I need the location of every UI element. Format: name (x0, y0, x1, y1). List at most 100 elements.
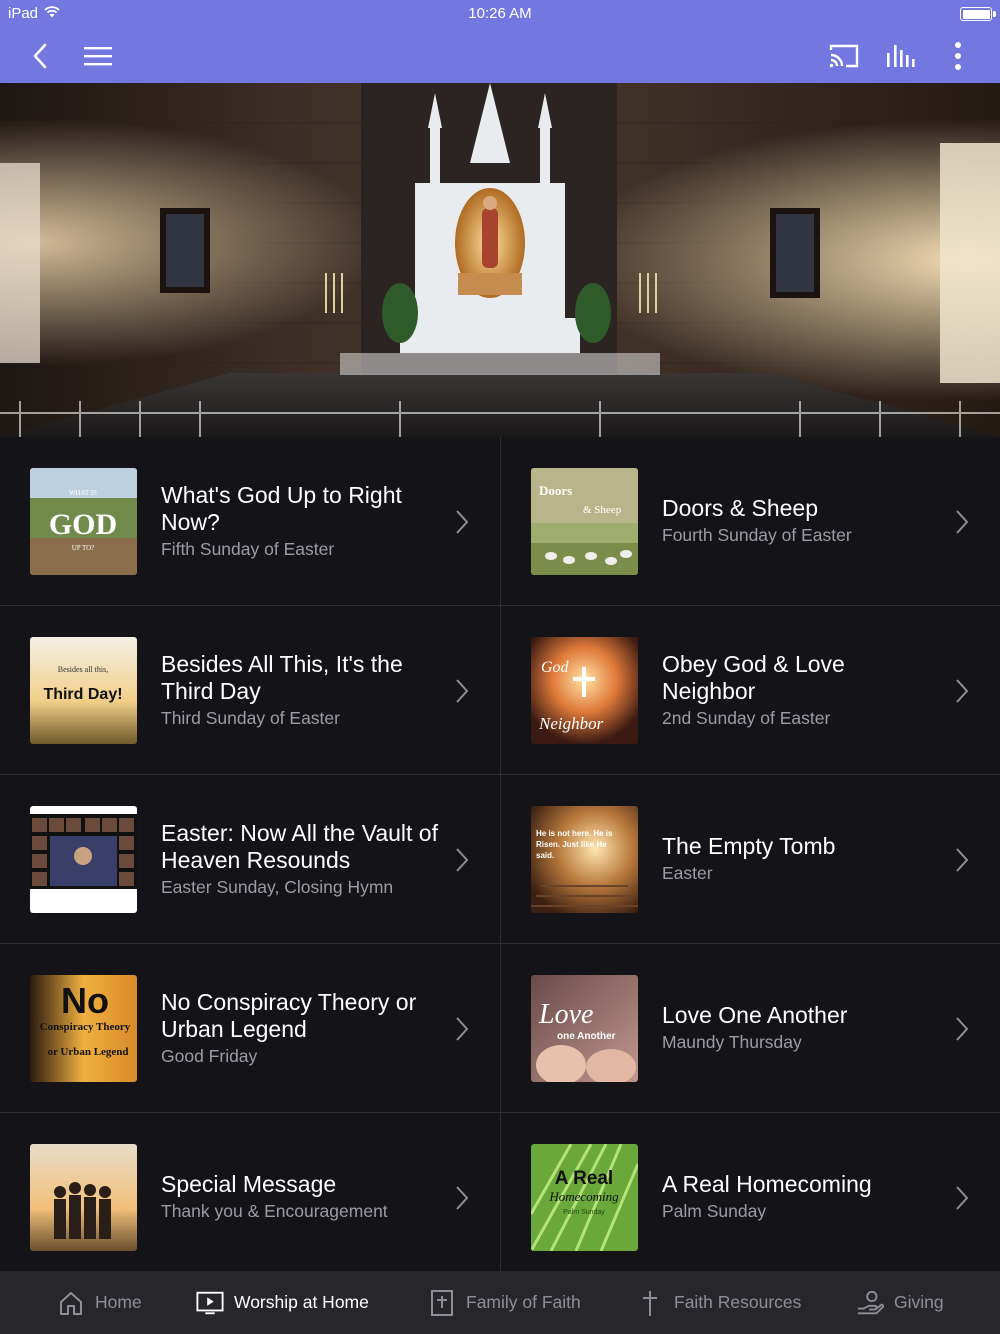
tab-worship-at-home[interactable]: Worship at Home (196, 1271, 369, 1334)
thumb-small-top: God (541, 659, 570, 676)
tab-family-of-faith[interactable]: Family of Faith (428, 1271, 581, 1334)
hamburger-icon (84, 47, 112, 66)
status-bar: iPad 10:26 AM (0, 0, 1000, 28)
thumbnail-love-one-another: Love one Another (531, 975, 638, 1082)
sermon-list: WHAT IS GOD UP TO? What's God Up to Righ… (0, 437, 1000, 1271)
thumb-small-top: Homecoming (548, 1189, 619, 1204)
thumb-small-top: & Sheep (583, 504, 622, 516)
thumb-small-bottom: or Urban Legend (47, 1046, 128, 1058)
chevron-right-icon (956, 510, 969, 534)
audio-bars-icon (887, 45, 915, 67)
item-text: Love One Another Maundy Thursday (662, 944, 940, 1113)
back-button[interactable] (20, 36, 60, 76)
chevron-right-icon (456, 1186, 469, 1210)
chevron-right-icon (456, 510, 469, 534)
item-title: The Empty Tomb (662, 833, 836, 859)
item-subtitle: 2nd Sunday of Easter (662, 707, 831, 728)
thumb-text: Third Day! (43, 686, 122, 703)
item-subtitle: Fourth Sunday of Easter (662, 525, 852, 545)
audio-button[interactable] (881, 36, 921, 76)
item-subtitle: Fifth Sunday of Easter (161, 538, 335, 559)
thumbnail-obey-god: God Neighbor (531, 637, 638, 744)
thumbnail-god-up-to: WHAT IS GOD UP TO? (30, 468, 137, 575)
tab-label: Family of Faith (466, 1292, 581, 1312)
thumbnail-doors-sheep: Doors & Sheep (531, 468, 638, 575)
tab-label: Worship at Home (234, 1292, 369, 1312)
tab-giving[interactable]: Giving (856, 1271, 944, 1334)
tab-label: Giving (894, 1292, 944, 1312)
thumb-small-top: Conspiracy Theory (40, 1021, 131, 1033)
thumb-text: Love (538, 999, 593, 1030)
thumb-text: GOD (49, 508, 117, 541)
battery-icon (960, 7, 996, 21)
menu-button[interactable] (78, 36, 118, 76)
kebab-icon (955, 42, 961, 70)
hero-image-church-altar (0, 83, 1000, 437)
chevron-right-icon (956, 848, 969, 872)
tab-home[interactable]: Home (57, 1271, 142, 1334)
chevron-right-icon (456, 679, 469, 703)
top-toolbar (0, 28, 1000, 83)
item-title: Besides All This, It's the Third Day (161, 650, 403, 704)
tab-label: Home (95, 1292, 142, 1312)
bottom-tab-bar: Home Worship at Home Family of Faith Fai… (0, 1271, 1000, 1334)
thumb-text: Doors (539, 483, 572, 498)
list-item[interactable]: God Neighbor Obey God & Love Neighbor 2n… (500, 606, 1000, 775)
tab-faith-resources[interactable]: Faith Resources (636, 1271, 801, 1334)
item-text: Easter: Now All the Vault of Heaven Reso… (161, 775, 440, 944)
thumbnail-empty-tomb: He is not here. He is Risen. Just like H… (531, 806, 638, 913)
item-text: No Conspiracy Theory or Urban Legend Goo… (161, 944, 440, 1113)
list-item[interactable]: Special Message Thank you & Encouragemen… (0, 1113, 500, 1271)
cast-icon (829, 44, 859, 68)
item-subtitle: Good Friday (161, 1045, 258, 1066)
bible-icon (428, 1289, 456, 1317)
back-chevron-icon (33, 43, 47, 69)
item-title: No Conspiracy Theory or Urban Legend (161, 988, 417, 1042)
item-title: Special Message (161, 1171, 337, 1197)
item-subtitle: Maundy Thursday (662, 1032, 802, 1052)
list-item[interactable]: Easter: Now All the Vault of Heaven Reso… (0, 775, 500, 944)
list-item[interactable]: Love one Another Love One Another Maundy… (500, 944, 1000, 1113)
list-item[interactable]: WHAT IS GOD UP TO? What's God Up to Righ… (0, 437, 500, 606)
item-title: Obey God & Love Neighbor (662, 650, 845, 704)
list-item[interactable]: No Conspiracy Theory or Urban Legend No … (0, 944, 500, 1113)
thumbnail-video-grid (30, 806, 137, 913)
list-item[interactable]: Doors & Sheep Doors & Sheep Fourth Sunda… (500, 437, 1000, 606)
item-text: What's God Up to Right Now? Fifth Sunday… (161, 437, 440, 606)
list-item[interactable]: He is not here. He is Risen. Just like H… (500, 775, 1000, 944)
item-title: A Real Homecoming (662, 1171, 872, 1197)
item-text: Doors & Sheep Fourth Sunday of Easter (662, 437, 940, 606)
list-item[interactable]: Besides all this, Third Day! Besides All… (0, 606, 500, 775)
cross-icon (636, 1289, 664, 1317)
thumbnail-special-message (30, 1144, 137, 1251)
chevron-right-icon (456, 848, 469, 872)
item-text: The Empty Tomb Easter (662, 775, 940, 944)
item-title: Love One Another (662, 1002, 848, 1028)
chevron-right-icon (956, 1017, 969, 1041)
item-text: Special Message Thank you & Encouragemen… (161, 1113, 440, 1282)
thumbnail-real-homecoming: A Real Homecoming Palm Sunday (531, 1144, 638, 1251)
thumb-small-top: WHAT IS (69, 489, 97, 497)
more-options-button[interactable] (938, 36, 978, 76)
thumb-text: Neighbor (538, 714, 604, 733)
item-title: Easter: Now All the Vault of Heaven Reso… (161, 819, 438, 873)
status-time: 10:26 AM (468, 5, 532, 22)
item-text: Obey God & Love Neighbor 2nd Sunday of E… (662, 606, 940, 775)
item-subtitle: Third Sunday of Easter (161, 707, 340, 728)
item-subtitle: Palm Sunday (662, 1201, 767, 1221)
giving-hand-icon (856, 1289, 884, 1317)
cast-button[interactable] (824, 36, 864, 76)
thumb-text: He is not here. He is Risen. Just like H… (536, 829, 613, 860)
item-title: What's God Up to Right Now? (161, 481, 402, 535)
item-title: Doors & Sheep (662, 495, 818, 521)
thumb-text: A Real (555, 1168, 613, 1189)
chevron-right-icon (956, 679, 969, 703)
item-text: Besides All This, It's the Third Day Thi… (161, 606, 440, 775)
item-subtitle: Easter (662, 863, 713, 883)
chevron-right-icon (456, 1017, 469, 1041)
list-item[interactable]: A Real Homecoming Palm Sunday A Real Hom… (500, 1113, 1000, 1271)
thumb-small-top: one Another (557, 1031, 616, 1042)
item-text: A Real Homecoming Palm Sunday (662, 1113, 940, 1282)
thumb-small-top: Besides all this, (58, 665, 108, 674)
item-subtitle: Easter Sunday, Closing Hymn (161, 876, 394, 897)
